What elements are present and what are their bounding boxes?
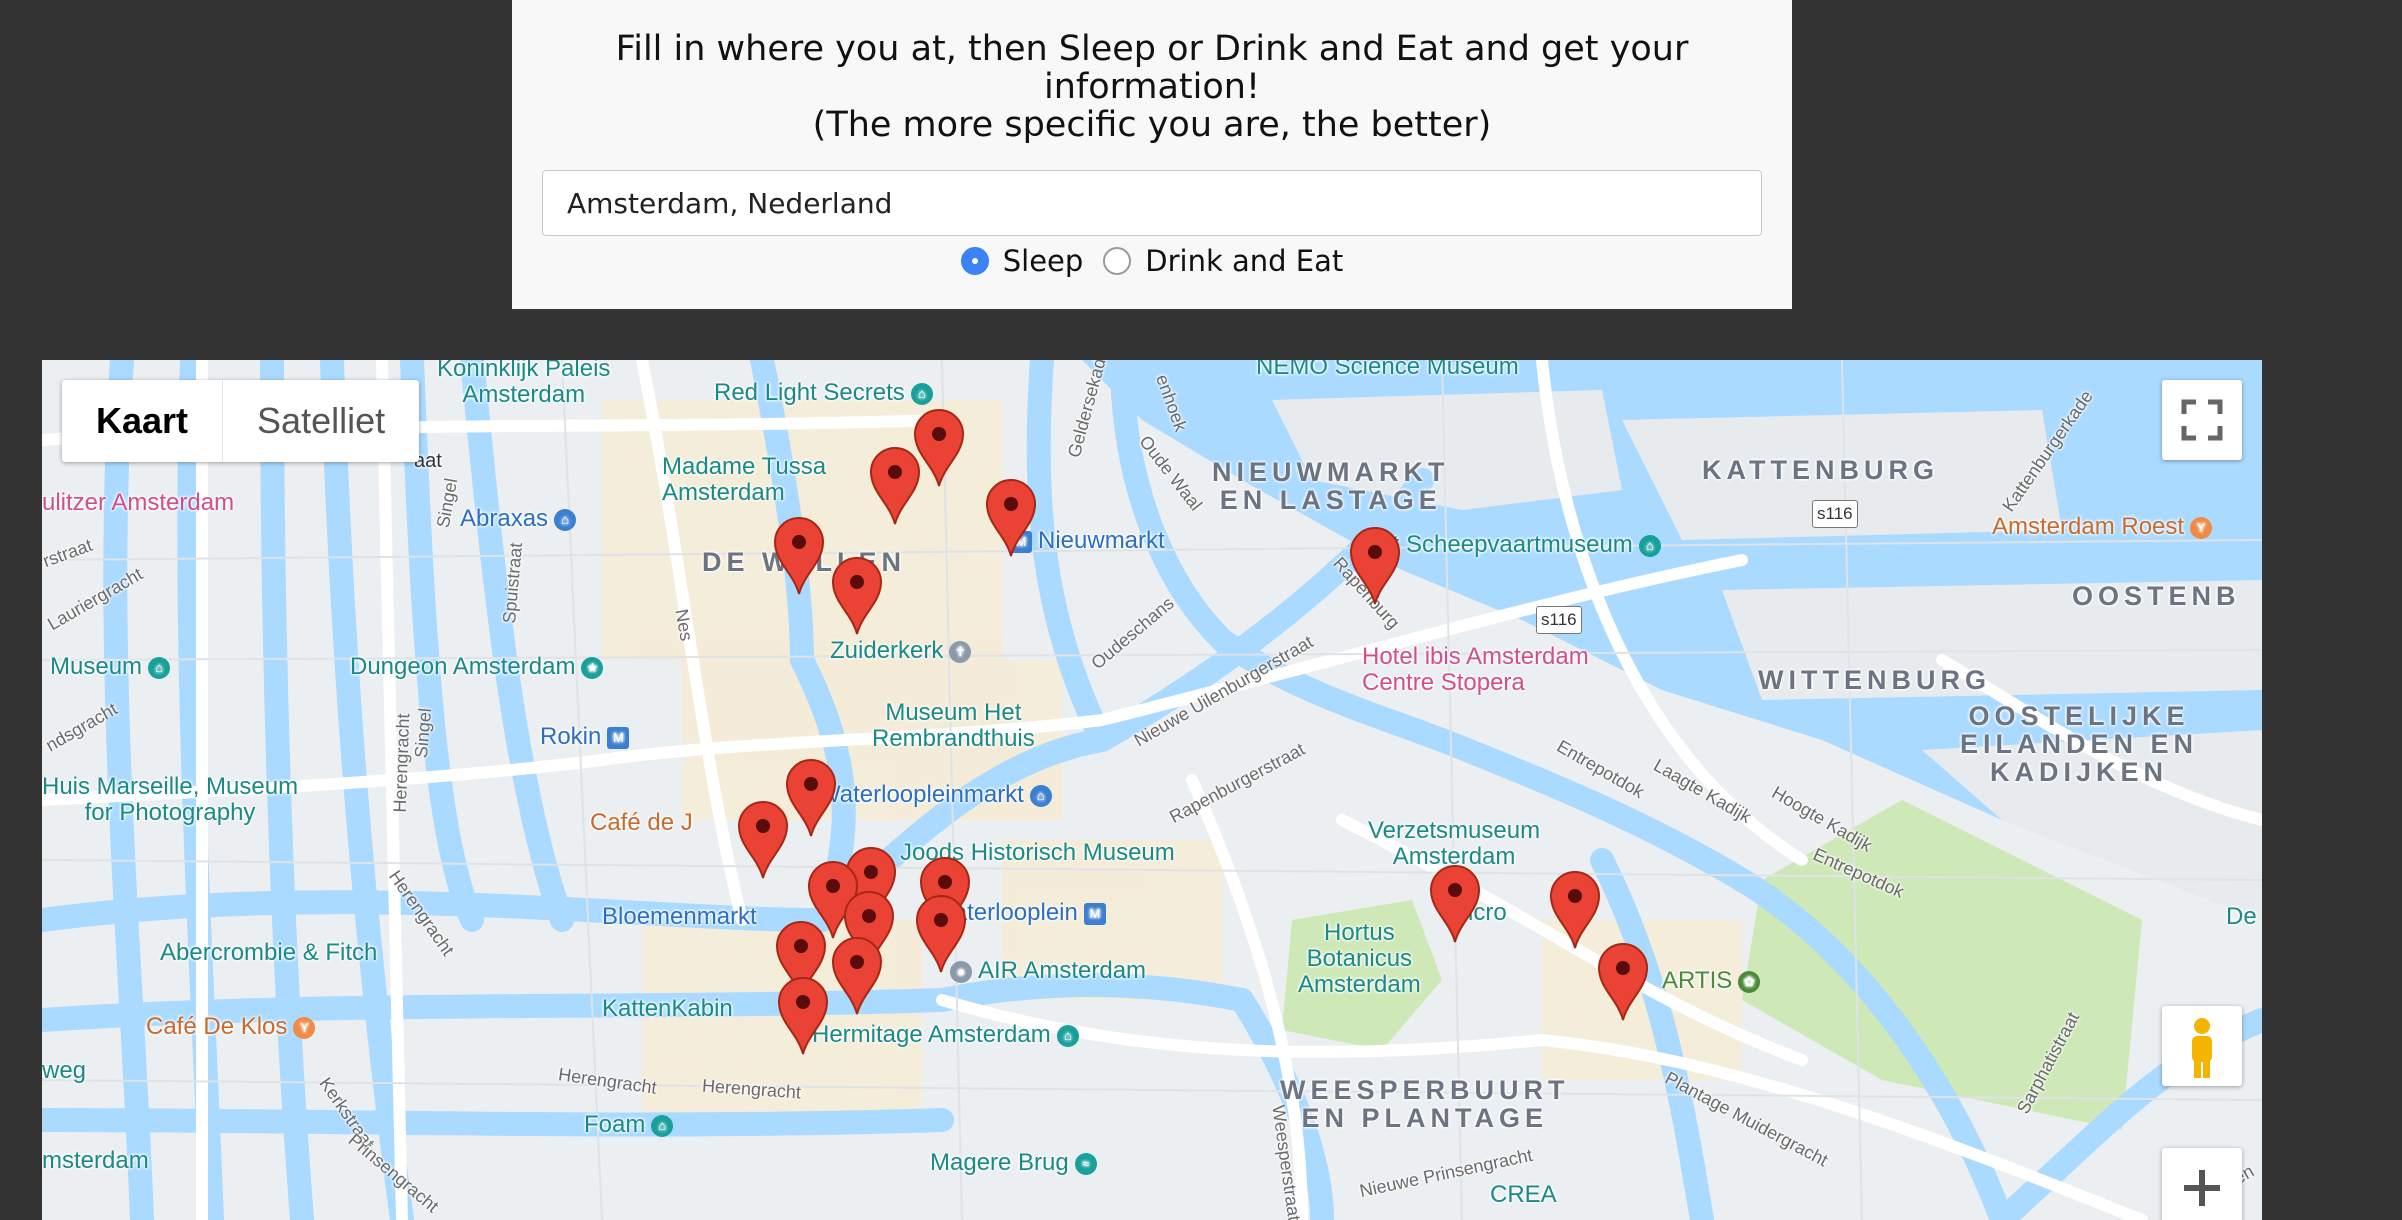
place-nemo[interactable]: NEMO Science Museum [1256,360,1519,380]
sleep-radio-button[interactable] [960,247,989,275]
instructions-heading: Fill in where you at, then Sleep or Drin… [615,29,1689,145]
place-waterloopleinmarkt[interactable]: Waterloopleinmarkt ⌂ [818,782,1052,808]
street-view-pegman-button[interactable] [2162,1006,2242,1086]
zoom-in-button[interactable] [2162,1148,2242,1220]
place-hotel-ibis[interactable]: Hotel ibis Amsterdam Centre Stopera [1362,644,1589,696]
place-huis-marseille[interactable]: Huis Marseille, Museum for Photography [42,774,298,826]
hotel-marker-pin[interactable] [776,976,830,1056]
map-view[interactable]: Koninklijk Paleis Amsterdam Red Light Se… [42,360,2262,1220]
place-koninklijk-paleis[interactable]: Koninklijk Paleis Amsterdam [437,360,610,408]
place-de-right[interactable]: De [2226,904,2257,930]
hotel-marker-pin[interactable] [1548,870,1602,950]
place-kattenkabinet[interactable]: KattenKabin [602,996,733,1022]
place-zuiderkerk[interactable]: Zuiderkerk ✝ [830,638,972,664]
hotel-marker-pin[interactable] [830,936,884,1016]
place-artis[interactable]: ARTIS ✿ [1662,968,1761,994]
bar-icon: Y [2190,516,2213,539]
place-museum-left[interactable]: Museum ⌂ [50,654,171,680]
map-type-satelliet-button[interactable]: Satelliet [222,380,419,462]
hotel-marker-pin[interactable] [1348,526,1402,606]
place-abraxas[interactable]: Abraxas ⌂ [460,506,577,532]
place-madame-tussauds[interactable]: Madame Tussa Amsterdam [662,454,826,506]
place-hermitage[interactable]: Hermitage Amsterdam ⌂ [812,1022,1079,1048]
place-verzetsmuseum[interactable]: Verzetsmuseum Amsterdam [1368,818,1540,870]
hotel-marker-pin[interactable] [784,758,838,838]
hotel-marker-pin[interactable] [830,556,884,636]
place-cafe-de-j[interactable]: Café de J [590,810,693,836]
hotel-marker-pin[interactable] [772,516,826,596]
location-input[interactable] [542,170,1762,236]
map-base-layer [42,360,2262,1220]
museum-icon: ⌂ [148,656,171,679]
place-hortus-botanicus[interactable]: Hortus Botanicus Amsterdam [1298,920,1421,998]
bridge-icon: ≈ [1074,1152,1097,1175]
place-abercrombie[interactable]: Abercrombie & Fitch [160,940,377,966]
place-pulitzer[interactable]: ulitzer Amsterdam [42,490,234,516]
place-msterdam[interactable]: msterdam [42,1148,149,1174]
place-rembrandthuis[interactable]: Museum Het Rembrandthuis [872,700,1035,752]
place-weg[interactable]: weg [42,1058,86,1084]
drink-eat-radio[interactable]: Drink and Eat [1103,244,1343,278]
hotel-marker-pin[interactable] [868,446,922,526]
place-rokin[interactable]: Rokin M [540,724,630,750]
museum-icon: ⌂ [910,382,933,405]
place-bloemenmarkt[interactable]: Bloemenmarkt [602,904,757,930]
place-amsterdam-roest[interactable]: Amsterdam Roest Y [1992,514,2213,540]
zoo-icon: ✿ [1738,970,1761,993]
sleep-radio-label: Sleep [1002,244,1084,278]
map-type-kaart-button[interactable]: Kaart [62,380,222,462]
hotel-marker-pin[interactable] [736,800,790,880]
drink-eat-radio-label: Drink and Eat [1145,244,1344,278]
drink-eat-radio-button[interactable] [1103,247,1132,275]
pegman-icon [2192,1018,2212,1078]
hotel-marker-pin[interactable] [984,478,1038,558]
market-icon: ⌂ [1029,784,1052,807]
museum-icon: ⌂ [1638,534,1661,557]
fullscreen-button[interactable] [2162,380,2242,460]
place-crea[interactable]: CREA [1490,1182,1557,1208]
place-dungeon[interactable]: Dungeon Amsterdam ★ [350,654,604,680]
church-icon: ✝ [949,640,972,663]
place-magere-brug[interactable]: Magere Brug ≈ [930,1150,1097,1176]
district-oostelijke: OOSTELIJKE EILANDEN EN KADIJKEN [1960,701,2199,787]
route-shield-s116-b: s116 [1536,606,1582,634]
district-nieuwmarkt: NIEUWMARKT EN LASTAGE [1212,457,1450,515]
map-type-control: Kaart Satelliet [62,380,420,462]
street-nes: Nes [671,607,697,643]
place-scheepvaartmuseum[interactable]: Het Scheepvaartmuseum ⌂ [1362,532,1661,558]
district-weesperbuurt: WEESPERBUURT EN PLANTAGE [1280,1075,1570,1133]
museum-icon: ⌂ [1056,1024,1079,1047]
district-oostenb: OOSTENB [2072,581,2241,611]
attraction-icon: ★ [581,656,604,679]
sleep-radio[interactable]: Sleep [960,244,1084,278]
street-herengracht-1: Herengracht [389,713,414,813]
hotel-marker-pin[interactable] [1428,864,1482,944]
shop-icon: ⌂ [554,508,577,531]
fullscreen-icon [2181,399,2223,441]
plus-icon [2184,1170,2220,1206]
museum-icon: ⌂ [651,1114,674,1137]
metro-icon: M [1083,902,1106,925]
hotel-marker-pin[interactable] [1596,942,1650,1022]
district-kattenburg: KATTENBURG [1702,455,1939,485]
place-foam[interactable]: Foam ⌂ [584,1112,674,1138]
place-red-light-secrets[interactable]: Red Light Secrets ⌂ [714,380,933,406]
restaurant-icon: Y [293,1016,316,1039]
district-wittenburg: WITTENBURG [1758,665,1991,695]
route-shield-s116-a: s116 [1812,500,1858,528]
search-panel: Fill in where you at, then Sleep or Drin… [512,0,1792,309]
place-air-amsterdam[interactable]: ● AIR Amsterdam [950,958,1146,984]
metro-icon: M [607,726,630,749]
place-cafe-de-klos[interactable]: Café De Klos Y [146,1014,316,1040]
category-radio-group: Sleep Drink and Eat [512,240,1792,282]
hotel-marker-pin[interactable] [914,894,968,974]
